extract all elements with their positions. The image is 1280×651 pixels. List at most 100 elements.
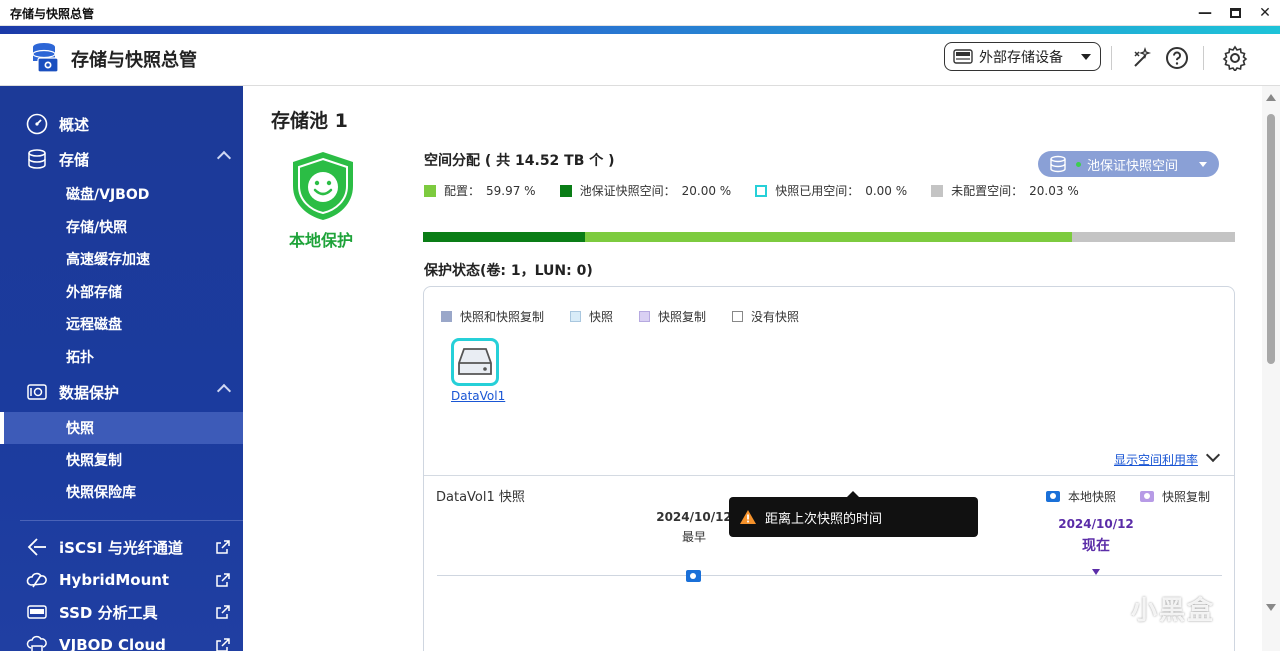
ssd-icon xyxy=(26,601,48,623)
dashboard-icon xyxy=(26,113,48,135)
legend-label: 快照复制 xyxy=(1161,490,1210,504)
scroll-down-arrow-icon[interactable] xyxy=(1266,604,1276,611)
snapshot-section-title: DataVol1 快照 xyxy=(436,490,525,505)
sidebar-item-data-protection[interactable]: 数据保护 xyxy=(0,376,243,408)
legend-label: 未配置空间： xyxy=(951,184,1024,198)
sidebar-item-topology[interactable]: 拓扑 xyxy=(0,341,243,373)
wizard-button[interactable] xyxy=(1129,45,1155,71)
timeline-earliest-date: 2024/10/12 xyxy=(656,510,732,524)
protection-status-title: 保护状态(卷: 1，LUN: 0) xyxy=(424,263,593,279)
sidebar-item-label: 快照 xyxy=(66,421,94,437)
sidebar-item-label: 高速缓存加速 xyxy=(66,252,150,268)
usage-segment-unconfigured xyxy=(1072,232,1235,242)
sidebar-item-vjbod-cloud[interactable]: VJBOD Cloud xyxy=(0,629,243,651)
legend-label: 没有快照 xyxy=(751,310,800,324)
snapshot-legend: 本地快照 快照复制 xyxy=(1022,488,1210,505)
scroll-up-arrow-icon[interactable] xyxy=(1266,94,1276,101)
sidebar-item-label: 磁盘/VJBOD xyxy=(66,187,150,203)
settings-button[interactable] xyxy=(1222,45,1248,71)
sidebar-item-hybridmount[interactable]: HybridMount xyxy=(0,564,243,596)
database-icon xyxy=(26,148,48,170)
sidebar-item-ssd-profiling[interactable]: SSD 分析工具 xyxy=(0,596,243,628)
sidebar-item-label: HybridMount xyxy=(59,571,170,589)
cloud-mount-icon xyxy=(26,569,48,591)
app-title: 存储与快照总管 xyxy=(71,50,197,71)
legend-snapshot: 快照 xyxy=(570,308,613,325)
hard-drive-icon xyxy=(458,348,492,375)
maximize-icon xyxy=(1229,8,1241,18)
legend-local-snapshot: 本地快照 xyxy=(1045,488,1116,505)
sidebar-item-external-storage[interactable]: 外部存储 xyxy=(0,276,243,308)
status-dot xyxy=(1076,161,1081,167)
warning-icon xyxy=(740,510,756,524)
raid-icon xyxy=(953,48,973,64)
sidebar-item-iscsi[interactable]: iSCSI 与光纤通道 xyxy=(0,531,243,563)
sidebar-item-overview[interactable]: 概述 xyxy=(0,108,243,140)
scrollbar-thumb[interactable] xyxy=(1267,114,1275,364)
legend-swatch xyxy=(639,311,651,322)
local-protection-label: 本地保护 xyxy=(289,231,354,250)
accent-strip xyxy=(0,26,1280,34)
sidebar-item-snapshot-vault[interactable]: 快照保险库 xyxy=(0,476,243,508)
sidebar-item-storage[interactable]: 存储 xyxy=(0,143,243,175)
help-icon xyxy=(1166,47,1188,69)
header-divider xyxy=(1111,46,1112,70)
close-button[interactable]: ✕ xyxy=(1250,0,1280,26)
sidebar-item-cache[interactable]: 高速缓存加速 xyxy=(0,243,243,275)
sidebar-item-disks[interactable]: 磁盘/VJBOD xyxy=(0,178,243,210)
legend-swatch xyxy=(424,184,436,197)
legend-swatch xyxy=(931,184,944,197)
legend-configured: 配置： 59.97 % xyxy=(424,182,536,199)
legend-guaranteed-snapshot: 池保证快照空间： 20.00 % xyxy=(559,182,731,199)
external-storage-label: 外部存储设备 xyxy=(979,49,1063,66)
magic-wand-icon xyxy=(1134,46,1152,67)
volume-tile[interactable] xyxy=(451,338,499,386)
storage-app-icon xyxy=(32,43,59,73)
sidebar-item-label: 数据保护 xyxy=(59,383,120,402)
chevron-down-icon[interactable] xyxy=(1205,447,1221,463)
legend-no-snapshot: 没有快照 xyxy=(732,308,799,325)
gear-icon xyxy=(1222,45,1248,71)
tooltip-text: 距离上次快照的时间 xyxy=(765,511,883,527)
space-usage-bar xyxy=(423,232,1235,242)
legend-snapshot-and-replica: 快照和快照复制 xyxy=(441,308,544,325)
sidebar-item-label: 概述 xyxy=(59,115,90,134)
minimize-button[interactable]: — xyxy=(1190,0,1220,26)
iscsi-icon xyxy=(26,536,48,558)
app-header: 存储与快照总管 外部存储设备 xyxy=(0,34,1280,86)
cloud-server-icon xyxy=(26,634,48,651)
panel-divider xyxy=(424,475,1234,476)
timeline-axis xyxy=(437,575,1222,576)
external-storage-dropdown[interactable]: 外部存储设备 xyxy=(944,42,1101,71)
help-button[interactable] xyxy=(1164,45,1190,71)
show-usage-link[interactable]: 显示空间利用率 xyxy=(1114,451,1198,468)
sidebar-item-snapshot[interactable]: 快照 xyxy=(0,412,243,444)
sidebar-item-snapshot-replica[interactable]: 快照复制 xyxy=(0,444,243,476)
sidebar-item-label: VJBOD Cloud xyxy=(59,636,166,651)
snapshot-icon xyxy=(26,381,48,403)
vertical-scrollbar[interactable] xyxy=(1262,86,1280,651)
legend-swatch xyxy=(755,184,768,197)
sidebar: 概述 存储 磁盘/VJBOD 存储/快照 高速缓存加速 外部存储 远程磁盘 拓扑… xyxy=(0,86,243,651)
external-link-icon xyxy=(216,573,230,587)
snapshot-marker-icon[interactable] xyxy=(686,570,701,582)
timeline-now-label: 现在 xyxy=(1082,538,1110,554)
legend-value: 0.00 % xyxy=(865,183,908,198)
allocation-legend: 配置： 59.97 % 池保证快照空间： 20.00 % 快照已用空间： 0.0… xyxy=(424,182,1103,199)
external-link-icon xyxy=(216,540,230,554)
chevron-up-icon xyxy=(216,383,232,399)
external-link-icon xyxy=(216,605,230,619)
pool-snapshot-space-label: 池保证快照空间 xyxy=(1087,158,1179,174)
sidebar-item-storage-snapshots[interactable]: 存储/快照 xyxy=(0,211,243,243)
sidebar-item-label: 远程磁盘 xyxy=(66,317,122,333)
chevron-down-icon xyxy=(1199,162,1207,167)
sidebar-item-remote-disk[interactable]: 远程磁盘 xyxy=(0,308,243,340)
page-title: 存储池 1 xyxy=(271,110,348,132)
window-titlebar: 存储与快照总管 — ✕ xyxy=(0,0,1280,26)
watermark: 小黑盒 xyxy=(1131,596,1216,626)
maximize-button[interactable] xyxy=(1220,0,1250,26)
pool-snapshot-space-button[interactable]: 池保证快照空间 xyxy=(1038,151,1219,177)
sidebar-item-label: 快照复制 xyxy=(66,453,122,469)
legend-value: 20.03 % xyxy=(1029,183,1079,198)
volume-link[interactable]: DataVol1 xyxy=(451,389,505,403)
